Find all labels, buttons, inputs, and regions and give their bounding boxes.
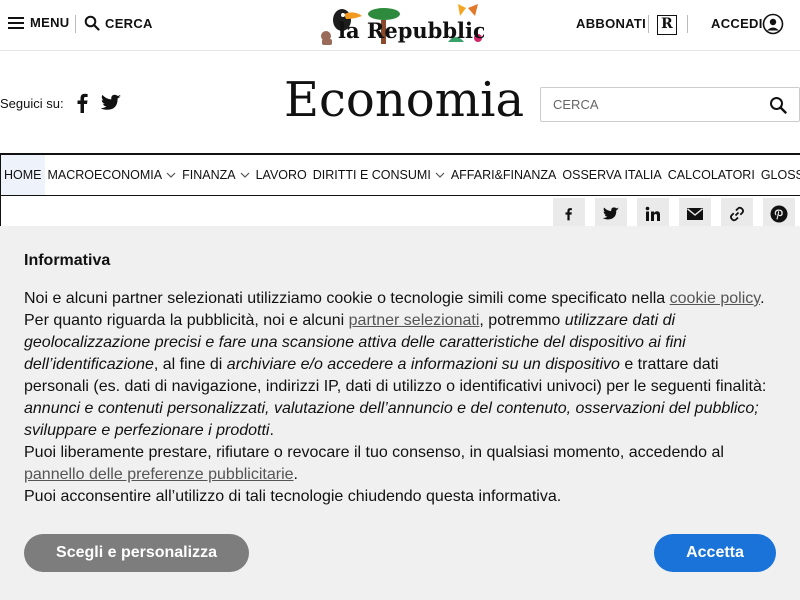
top-search-button[interactable]: CERCA [84,15,153,31]
chevron-down-icon [166,172,176,178]
subscribe-link[interactable]: ABBONATI [576,16,646,31]
nav-item-macroeconomia[interactable]: MACROECONOMIA [45,155,180,195]
nav-item-home[interactable]: HOME [1,155,45,195]
divider [75,15,76,33]
nav-label: FINANZA [182,168,236,182]
consent-text: annunci e contenuti personalizzati, valu… [24,400,759,439]
repubblica-logo[interactable]: la Repubblica [318,2,484,48]
twitter-icon [602,207,619,220]
consent-text: Puoi acconsentire all’utilizzo di tali t… [24,488,562,505]
user-icon[interactable] [762,13,784,35]
consent-body: Noi e alcuni partner selezionati utilizz… [24,288,784,508]
ad-preferences-link[interactable]: pannello delle preferenze pubblicitarie [24,466,294,483]
selected-partners-link[interactable]: partner selezionati [349,312,480,329]
nav-item-affari-finanza[interactable]: AFFARI&FINANZA [448,155,560,195]
divider [687,15,688,33]
consent-text: . [293,466,298,483]
nav-item-osserva-italia[interactable]: OSSERVA ITALIA [559,155,664,195]
nav-item-lavoro[interactable]: LAVORO [253,155,310,195]
nav-label: LAVORO [255,168,307,182]
logo-text: la Repubblica [338,18,484,43]
accept-button[interactable]: Accetta [654,534,776,572]
nav-item-calcolatori[interactable]: CALCOLATORI [665,155,758,195]
consent-title: Informativa [24,252,111,269]
section-title: Economia [284,72,525,128]
facebook-icon[interactable] [72,93,94,113]
cookie-policy-link[interactable]: cookie policy [670,290,760,307]
linkedin-icon [645,206,660,221]
consent-text: archiviare e/o accedere a informazioni s… [226,356,620,373]
consent-text: . [760,290,765,307]
personalize-button[interactable]: Scegli e personalizza [24,534,249,572]
login-link[interactable]: ACCEDI [711,16,763,31]
repubblica-r-badge[interactable]: R [657,15,677,35]
menu-label: MENU [30,15,70,30]
chevron-down-icon [435,172,445,178]
follow-us: Seguici su: [0,93,128,113]
nav-label: HOME [4,168,42,182]
consent-text: , potremmo [479,312,565,329]
consent-text: Puoi liberamente prestare, rifiutare o r… [24,444,724,461]
pinterest-icon [770,205,788,223]
nav-label: MACROECONOMIA [47,168,163,182]
section-nav: HOME MACROECONOMIA FINANZA LAVORO DIRITT… [0,153,800,196]
facebook-icon [565,208,572,221]
nav-item-glossario[interactable]: GLOSSARIO [758,155,800,195]
top-search-label: CERCA [105,15,153,31]
chevron-down-icon [240,172,250,178]
nav-item-finanza[interactable]: FINANZA [179,155,252,195]
menu-button[interactable]: MENU [8,15,69,30]
search-icon[interactable] [769,96,787,114]
twitter-icon[interactable] [100,93,122,113]
consent-text: , al fine di [153,356,227,373]
divider [648,15,649,33]
nav-label: DIRITTI E CONSUMI [312,168,431,182]
hamburger-icon [8,16,24,29]
nav-label: OSSERVA ITALIA [562,168,662,182]
follow-label: Seguici su: [0,95,64,111]
top-bar: MENU CERCA la Repubblica ABBONATI R ACCE… [0,0,800,51]
search-icon [84,15,100,31]
consent-text: Noi e alcuni partner selezionati utilizz… [24,290,670,307]
consent-text: Per quanto riguarda la pubblicità, noi e… [24,312,349,329]
consent-text: . [269,422,274,439]
nav-label: GLOSSARIO [760,168,800,182]
mail-icon [687,208,703,220]
section-search [540,87,800,122]
section-search-input[interactable] [541,88,751,121]
nav-label: AFFARI&FINANZA [450,168,557,182]
link-icon [730,206,744,222]
nav-label: CALCOLATORI [667,168,755,182]
cookie-consent-dialog: Informativa Noi e alcuni partner selezio… [0,226,800,600]
nav-item-diritti-e-consumi[interactable]: DIRITTI E CONSUMI [310,155,448,195]
